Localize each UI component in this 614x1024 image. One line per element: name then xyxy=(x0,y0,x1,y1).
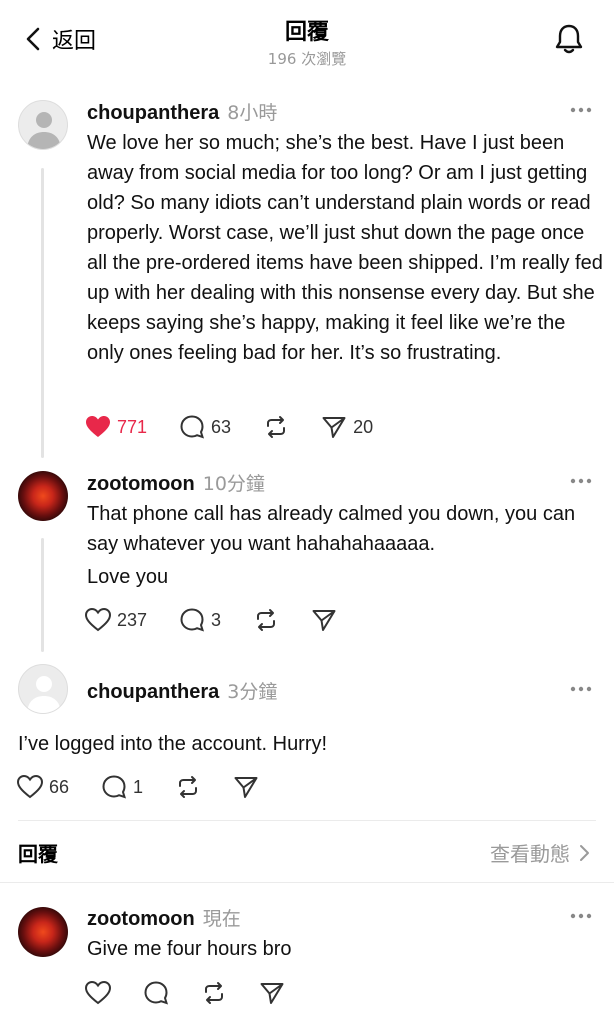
username-text[interactable]: choupanthera xyxy=(87,681,219,703)
top-bar: 返回 回覆 196 次瀏覽 xyxy=(0,0,614,80)
username[interactable]: zootomoon 10分鐘 xyxy=(87,469,265,496)
chevron-right-icon xyxy=(580,844,589,861)
more-icon[interactable] xyxy=(570,478,592,484)
avatar[interactable] xyxy=(18,664,68,714)
comment-count: 63 xyxy=(211,416,232,437)
action-bar: 771 63 20 xyxy=(85,413,405,441)
repost-icon xyxy=(205,982,223,1004)
avatar[interactable] xyxy=(18,471,68,521)
post-time: 3分鐘 xyxy=(227,681,278,703)
post-text: We love her so much; she’s the best. Hav… xyxy=(87,132,603,364)
comment-button[interactable]: 63 xyxy=(179,414,231,440)
heart-icon xyxy=(17,774,43,799)
default-avatar-icon xyxy=(27,676,61,713)
like-count: 237 xyxy=(117,609,148,630)
username[interactable]: zootomoon 現在 xyxy=(87,904,241,931)
thread-line xyxy=(41,538,44,652)
more-icon[interactable] xyxy=(570,913,592,919)
heart-icon xyxy=(85,607,111,632)
post-text: That phone call has already calmed you d… xyxy=(87,503,576,555)
repost-icon xyxy=(257,609,276,631)
post-text-line-2: Love you xyxy=(87,566,169,588)
username[interactable]: choupanthera 8小時 xyxy=(87,98,277,125)
comment-count: 3 xyxy=(211,609,222,630)
post-text: I’ve logged into the account. Hurry! xyxy=(18,733,328,755)
comment-icon xyxy=(180,608,205,632)
page-title: 回覆 xyxy=(284,20,329,45)
like-button[interactable]: 237 xyxy=(85,607,147,633)
comment-count: 1 xyxy=(133,776,144,797)
comment-button[interactable]: 1 xyxy=(101,774,143,800)
comment-icon xyxy=(144,981,169,1005)
bell-icon[interactable] xyxy=(552,22,586,56)
divider xyxy=(18,820,596,821)
username-text[interactable]: zootomoon xyxy=(87,908,195,930)
thread-line xyxy=(41,168,44,458)
avatar[interactable] xyxy=(18,100,68,150)
like-button[interactable]: 66 xyxy=(17,774,69,800)
post-time: 10分鐘 xyxy=(202,473,265,495)
repost-button[interactable] xyxy=(253,607,279,633)
action-bar: 66 1 xyxy=(17,773,291,801)
default-avatar-icon xyxy=(27,112,61,149)
view-activity-label: 查看動態 xyxy=(490,842,570,866)
action-bar xyxy=(85,979,317,1007)
share-button[interactable]: 20 xyxy=(321,414,373,440)
view-activity-link[interactable]: 查看動態 xyxy=(490,838,590,867)
share-count: 20 xyxy=(353,416,374,437)
username[interactable]: choupanthera 3分鐘 xyxy=(87,677,277,704)
repost-button[interactable] xyxy=(263,414,289,440)
repost-icon xyxy=(267,416,286,438)
like-button[interactable] xyxy=(85,980,111,1006)
divider xyxy=(0,882,614,883)
comment-icon xyxy=(102,775,127,799)
action-bar: 237 3 xyxy=(85,606,369,634)
heart-icon xyxy=(86,416,110,437)
more-icon[interactable] xyxy=(570,686,592,692)
post-time: 8小時 xyxy=(227,102,278,124)
more-icon[interactable] xyxy=(570,107,592,113)
post-time: 現在 xyxy=(202,908,241,930)
post-text: Give me four hours bro xyxy=(87,938,292,960)
username-text[interactable]: choupanthera xyxy=(87,102,219,124)
avatar[interactable] xyxy=(18,907,68,957)
send-icon xyxy=(322,417,346,438)
comment-icon xyxy=(180,415,205,439)
reply-bar: 回覆 查看動態 xyxy=(18,834,596,870)
send-icon xyxy=(234,777,258,798)
send-icon xyxy=(260,983,284,1004)
like-count: 771 xyxy=(117,416,148,437)
share-button[interactable] xyxy=(233,774,259,800)
view-count: 196 次瀏覽 xyxy=(267,50,347,68)
heart-icon xyxy=(85,980,111,1005)
comment-button[interactable]: 3 xyxy=(179,607,221,633)
repost-button[interactable] xyxy=(201,980,227,1006)
username-text[interactable]: zootomoon xyxy=(87,473,195,495)
comment-button[interactable] xyxy=(143,980,169,1006)
share-button[interactable] xyxy=(259,980,285,1006)
repost-icon xyxy=(179,776,198,798)
title-block: 回覆 196 次瀏覽 xyxy=(0,14,614,69)
repost-button[interactable] xyxy=(175,774,201,800)
like-count: 66 xyxy=(49,776,70,797)
send-icon xyxy=(312,610,336,631)
reply-label: 回覆 xyxy=(18,842,58,866)
like-button[interactable]: 771 xyxy=(85,414,147,440)
share-button[interactable] xyxy=(311,607,337,633)
